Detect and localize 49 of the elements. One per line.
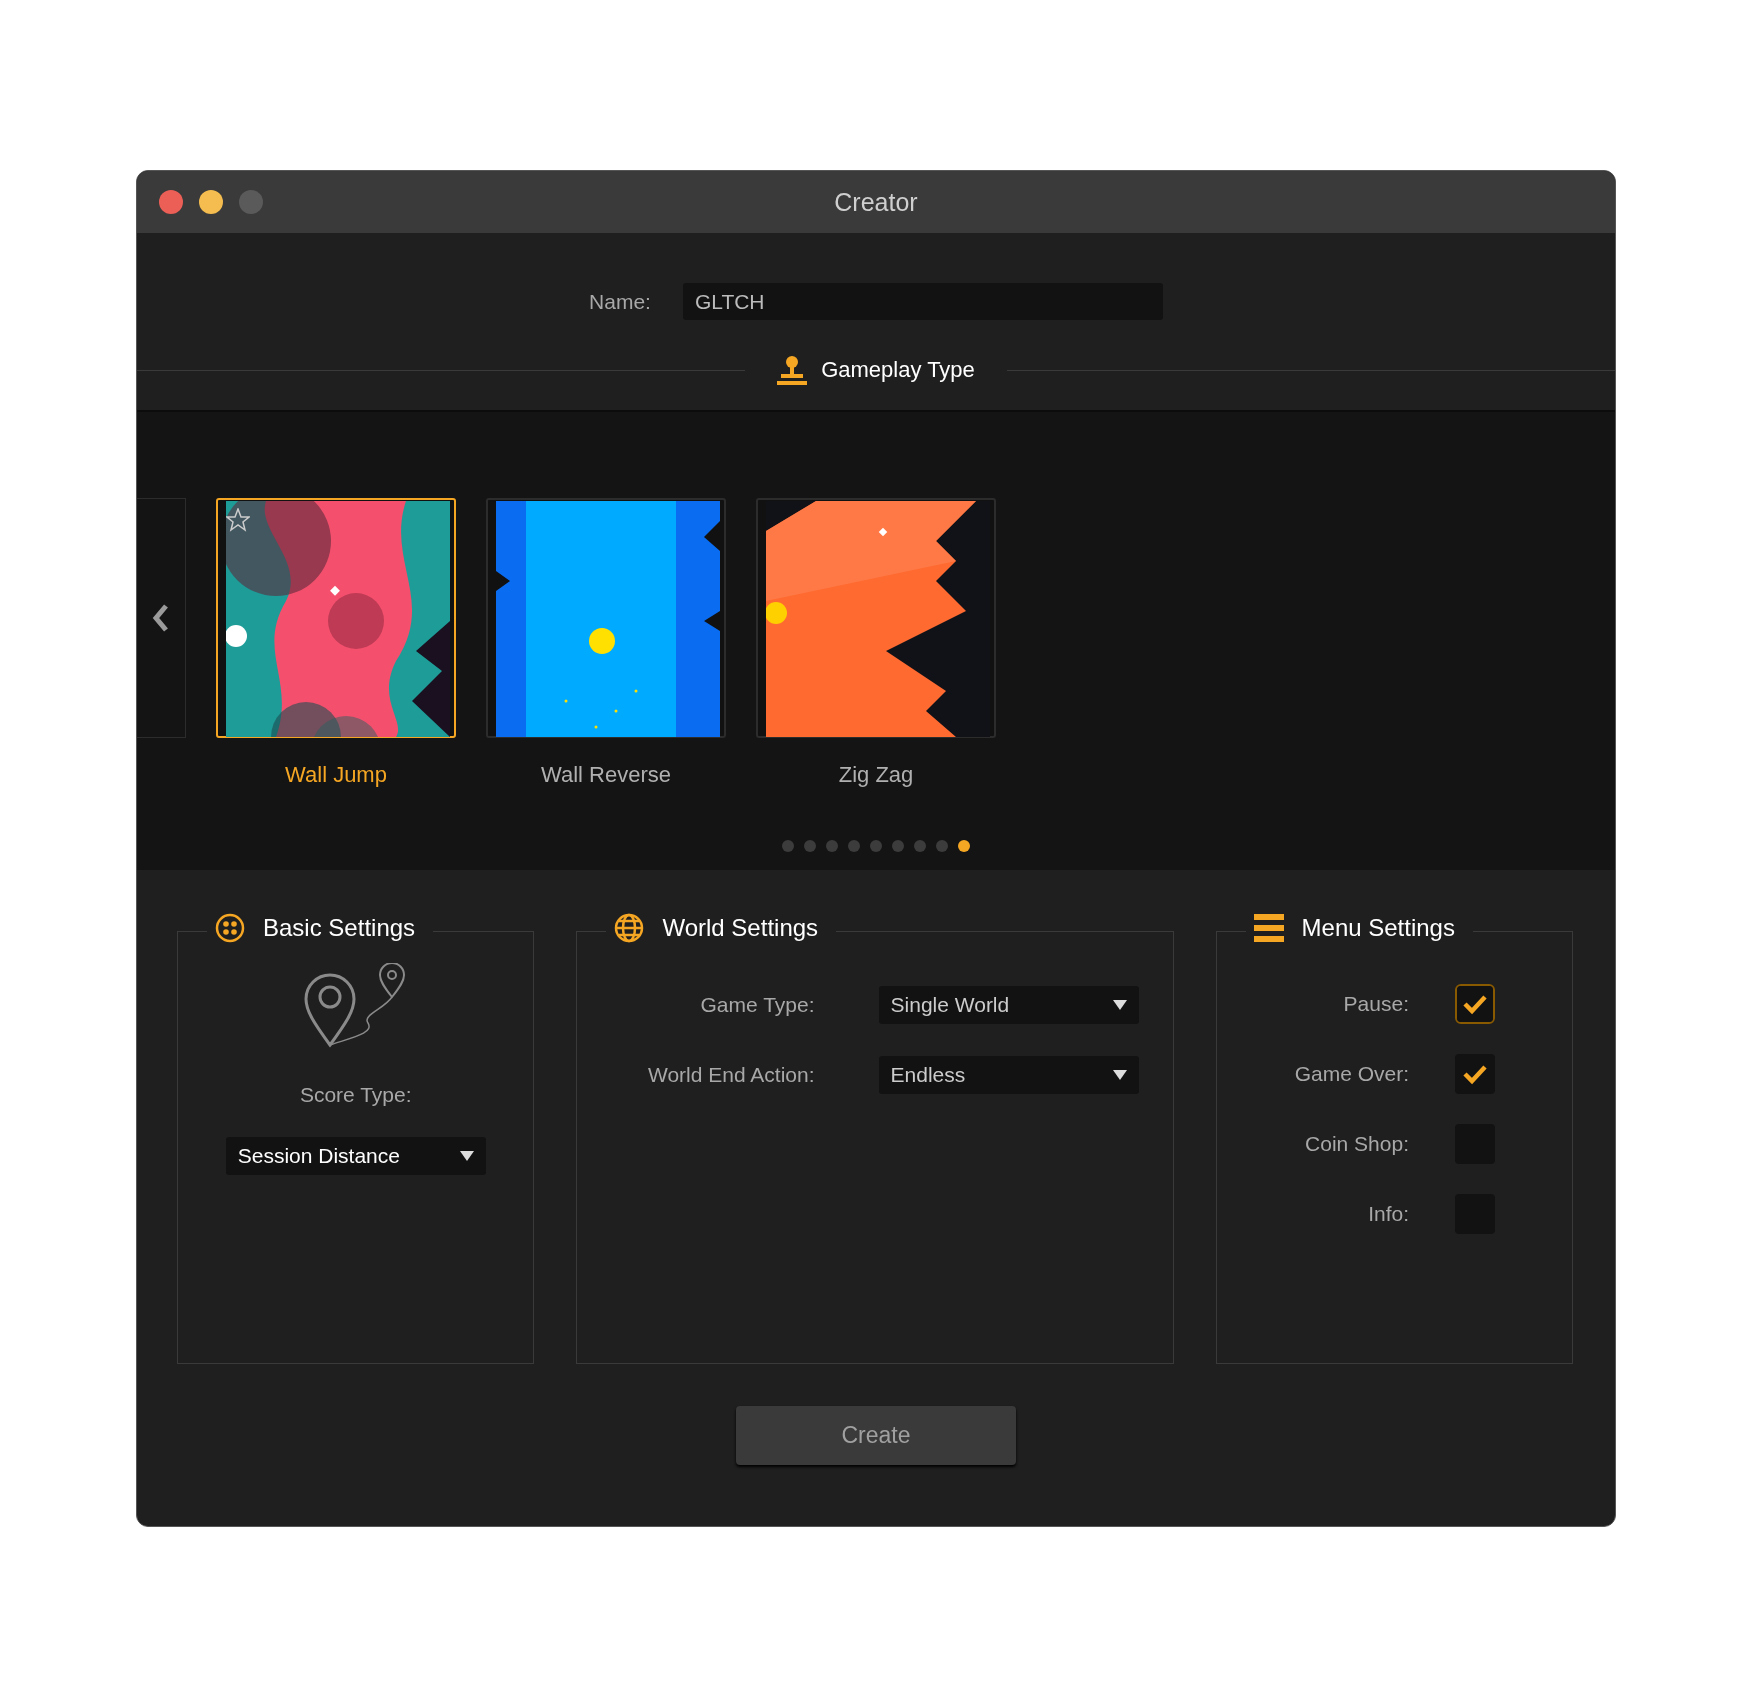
page-dot[interactable] [826,840,838,852]
section-title: Gameplay Type [821,357,975,383]
dropdown-value: Single World [890,993,1010,1017]
option-label: Info: [1368,1202,1409,1226]
checkmark-icon [1463,1063,1487,1085]
field-label: Game Type: [700,993,815,1017]
dropdown-value: Endless [890,1063,966,1087]
window-title: Creator [834,187,918,216]
close-button[interactable] [159,190,183,214]
card-label: Wall Reverse [541,762,671,788]
score-type-label: Score Type: [299,1083,412,1107]
checkbox[interactable] [1455,1054,1495,1094]
option-label: Game Over: [1294,1062,1409,1086]
option-label: Coin Shop: [1305,1132,1409,1156]
panel-title: Basic Settings [263,914,416,942]
field-label: World End Action: [648,1063,815,1087]
page-dot[interactable] [936,840,948,852]
menu-icon [1253,913,1284,943]
chevron-left-icon [152,604,170,632]
minimize-button[interactable] [199,190,223,214]
caret-icon [1112,1070,1127,1080]
dots-circle-icon [215,913,245,943]
page-dot[interactable] [782,840,794,852]
card-label: Zig Zag [838,762,914,788]
name-label: Name: [589,289,651,314]
dropdown[interactable]: Endless [878,1056,1139,1094]
create-button[interactable]: Create [736,1406,1016,1465]
name-field[interactable]: GLTCH [682,283,1163,320]
panel-title: Menu Settings [1301,914,1455,942]
dropdown[interactable]: Single World [878,986,1139,1024]
checkmark-icon [1463,993,1487,1015]
page-dot[interactable] [848,840,860,852]
panel-title: World Settings [662,914,819,942]
joystick-icon [777,355,808,385]
location-pins-icon [303,963,408,1049]
card-label: Wall Jump [285,762,387,788]
zoom-button[interactable] [239,190,263,214]
option-label: Pause: [1343,992,1409,1016]
caret-icon [1112,1000,1127,1010]
previous-button[interactable] [137,498,186,738]
page-dot[interactable] [870,840,882,852]
dropdown[interactable]: Session Distance [225,1137,486,1175]
page-dot[interactable] [914,840,926,852]
page-dot[interactable] [958,840,970,852]
page-dot[interactable] [892,840,904,852]
globe-icon [614,913,645,943]
caret-icon [459,1151,474,1161]
page-dot[interactable] [804,840,816,852]
dropdown-value: Session Distance [237,1144,400,1168]
